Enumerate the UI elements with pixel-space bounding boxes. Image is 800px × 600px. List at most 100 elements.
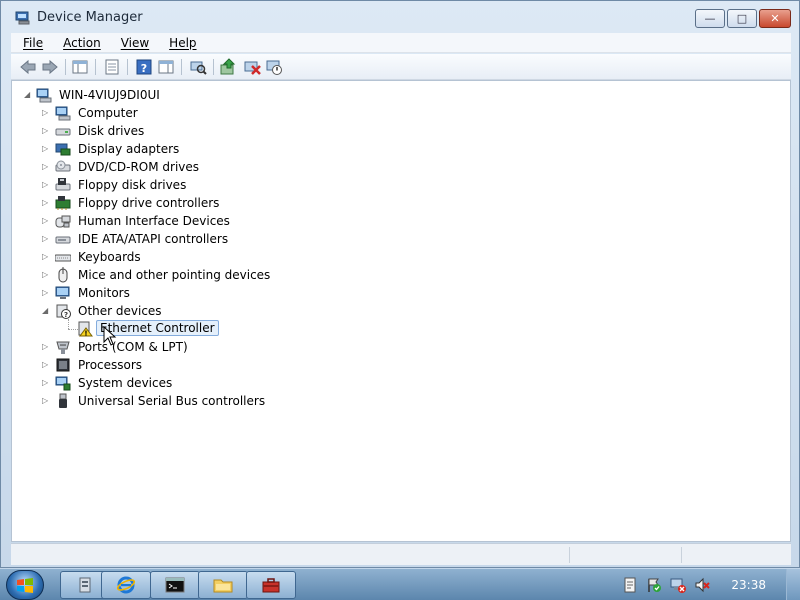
expand-arrow-icon[interactable]: ▷	[42, 199, 50, 207]
menu-file[interactable]: File	[11, 36, 51, 50]
maximize-icon: □	[736, 12, 748, 25]
start-button[interactable]	[6, 570, 44, 600]
tree-category-node[interactable]: ▷ Keyboards	[12, 248, 412, 266]
tree-node-label: Human Interface Devices	[78, 214, 230, 228]
tree-root-node[interactable]: ◢ WIN-4VIUJ9DI0UI	[12, 86, 312, 104]
tree-node-label: Disk drives	[78, 124, 145, 138]
expand-arrow-icon[interactable]: ▷	[42, 289, 50, 297]
floppy-controller-icon	[55, 196, 71, 210]
update-driver-icon	[220, 58, 236, 75]
toolbar-separator	[95, 59, 96, 75]
scan-hardware-button[interactable]	[189, 58, 207, 76]
taskbar-command-prompt[interactable]	[150, 571, 200, 599]
expand-arrow-icon[interactable]: ▷	[42, 127, 50, 135]
update-driver-button[interactable]	[219, 58, 237, 76]
taskbar: 23:38	[0, 568, 800, 600]
tree-category-node[interactable]: ▷ Display adapters	[12, 140, 412, 158]
back-button[interactable]	[19, 58, 37, 76]
expand-arrow-icon[interactable]: ▷	[42, 217, 50, 225]
tree-category-node[interactable]: ▷ Mice and other pointing devices	[12, 266, 412, 284]
expand-arrow-icon[interactable]: ▷	[42, 271, 50, 279]
processor-icon	[56, 358, 70, 372]
network-disconnected-icon[interactable]	[670, 577, 686, 593]
tree-category-node[interactable]: ◢? Other devices	[12, 302, 412, 320]
computer-name-label: WIN-4VIUJ9DI0UI	[59, 88, 160, 102]
tree-node-label: Keyboards	[78, 250, 141, 264]
minimize-button[interactable]: —	[695, 9, 725, 28]
tree-node-label: Computer	[78, 106, 138, 120]
taskbar-windows-explorer[interactable]	[198, 571, 248, 599]
tree-node-label: Display adapters	[78, 142, 180, 156]
device-tree[interactable]: ◢ WIN-4VIUJ9DI0UI ▷ Computer ▷ Disk drives ▷…	[11, 80, 791, 542]
tree-category-node[interactable]: ▷ IDE ATA/ATAPI controllers	[12, 230, 412, 248]
expand-arrow-icon[interactable]: ▷	[42, 181, 50, 189]
keyboard-icon	[55, 254, 71, 262]
menu-action[interactable]: Action	[51, 36, 109, 50]
expand-arrow-icon[interactable]: ▷	[42, 379, 50, 387]
expand-arrow-icon[interactable]: ▷	[42, 163, 50, 171]
tree-category-node[interactable]: ▷ Floppy disk drives	[12, 176, 412, 194]
system-tray: 23:38	[600, 569, 800, 600]
help-button[interactable]: ?	[135, 58, 153, 76]
tree-category-node[interactable]: ▷ Processors	[12, 356, 412, 374]
device-manager-window: Device Manager — □ ✕ File Action View He…	[0, 0, 800, 568]
action-center-flag-icon[interactable]	[646, 577, 662, 593]
action-pane-button[interactable]	[157, 58, 175, 76]
command-prompt-icon	[165, 577, 185, 593]
dvd-icon	[55, 160, 71, 172]
volume-muted-icon[interactable]	[694, 577, 710, 593]
maximize-button[interactable]: □	[727, 9, 757, 28]
tree-node-label: Mice and other pointing devices	[78, 268, 271, 282]
menu-view[interactable]: View	[109, 36, 157, 50]
tree-category-node[interactable]: ▷ Human Interface Devices	[12, 212, 412, 230]
disk-drive-icon	[55, 128, 71, 136]
forward-button[interactable]	[41, 58, 59, 76]
tree-category-node[interactable]: ▷ Ports (COM & LPT)	[12, 338, 412, 356]
show-hide-console-tree-button[interactable]	[71, 58, 89, 76]
uninstall-device-button[interactable]	[243, 58, 261, 76]
close-icon: ✕	[770, 12, 780, 25]
taskbar-clock[interactable]: 23:38	[731, 578, 766, 592]
expand-arrow-icon[interactable]: ▷	[42, 145, 50, 153]
tree-category-node[interactable]: ▷ DVD/CD-ROM drives	[12, 158, 412, 176]
tree-category-node[interactable]: ▷ Floppy drive controllers	[12, 194, 412, 212]
tree-child-node[interactable]: ! Ethernet Controller	[12, 320, 412, 338]
tree-category-node[interactable]: ▷ Computer	[12, 104, 412, 122]
expand-arrow-icon[interactable]: ▷	[42, 235, 50, 243]
taskbar-internet-explorer[interactable]	[101, 571, 151, 599]
usb-icon	[59, 393, 67, 408]
computer-root-icon	[36, 88, 52, 103]
show-desktop-button[interactable]	[786, 569, 800, 600]
notification-clipboard-icon[interactable]	[622, 577, 638, 593]
taskbar-device-manager[interactable]	[246, 571, 296, 599]
help-icon: ?	[136, 59, 152, 75]
expand-arrow-icon[interactable]: ▷	[42, 109, 50, 117]
console-tree-icon	[72, 60, 88, 74]
ide-icon	[55, 236, 71, 244]
tree-node-label: Other devices	[78, 304, 162, 318]
tree-category-node[interactable]: ▷ Universal Serial Bus controllers	[12, 392, 412, 410]
tree-node-label: IDE ATA/ATAPI controllers	[78, 232, 229, 246]
menu-help[interactable]: Help	[157, 36, 204, 50]
expand-arrow-icon[interactable]: ▷	[42, 253, 50, 261]
tree-category-node[interactable]: ▷ Disk drives	[12, 122, 412, 140]
collapse-arrow-icon[interactable]: ◢	[24, 91, 32, 99]
properties-button[interactable]	[103, 58, 121, 76]
tree-category-node[interactable]: ▷ Monitors	[12, 284, 412, 302]
title-bar[interactable]: Device Manager — □ ✕	[1, 1, 799, 33]
expand-arrow-icon[interactable]: ▷	[42, 343, 50, 351]
expand-arrow-icon[interactable]: ▷	[42, 397, 50, 405]
device-manager-icon	[15, 11, 30, 25]
collapse-arrow-icon[interactable]: ◢	[42, 307, 50, 315]
close-button[interactable]: ✕	[759, 9, 791, 28]
warning-device-icon: !	[78, 321, 93, 337]
floppy-icon	[55, 178, 71, 191]
mouse-icon	[58, 267, 68, 283]
tree-category-node[interactable]: ▷ System devices	[12, 374, 412, 392]
internet-explorer-icon	[116, 576, 136, 594]
tree-node-label: Floppy disk drives	[78, 178, 187, 192]
expand-arrow-icon[interactable]: ▷	[42, 361, 50, 369]
toolbar-separator	[213, 59, 214, 75]
disable-device-button[interactable]	[265, 58, 283, 76]
window-title: Device Manager	[37, 10, 143, 25]
